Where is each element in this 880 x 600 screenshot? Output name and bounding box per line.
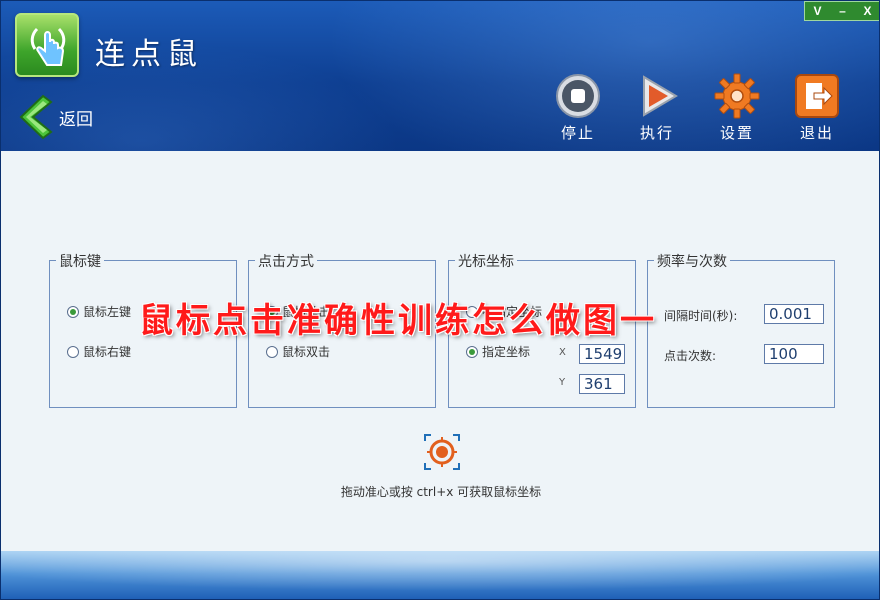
radio-icon — [466, 345, 478, 358]
stop-label: 停止 — [560, 124, 595, 142]
radio-left-button[interactable]: 鼠标左键 — [67, 303, 131, 320]
radio-double-click[interactable]: 鼠标双击 — [266, 343, 330, 360]
radio-label: 指定坐标 — [482, 345, 531, 359]
group-title: 光标坐标 — [455, 251, 517, 271]
stop-button[interactable]: 停止 — [546, 73, 610, 143]
header-bar: 连点鼠 V – X 返回 停止 执行 设置 退出 — [1, 1, 879, 151]
radio-label: 鼠标左键 — [83, 305, 132, 319]
app-title: 连点鼠 — [95, 37, 203, 72]
minimize-button[interactable]: – — [830, 2, 855, 20]
group-title: 点击方式 — [255, 251, 317, 271]
footer-bar — [1, 551, 879, 599]
close-button[interactable]: X — [855, 2, 879, 20]
back-label: 返回 — [59, 109, 93, 130]
exit-label: 退出 — [799, 124, 834, 142]
group-title: 鼠标键 — [56, 251, 104, 271]
radio-icon — [67, 305, 79, 318]
frequency-group: 频率与次数 间隔时间(秒): 0.001 点击次数: 100 — [647, 251, 835, 408]
stop-icon — [556, 74, 600, 118]
overlay-caption: 鼠标点击准确性训练怎么做图一 — [139, 301, 657, 341]
crosshair-hint: 拖动准心或按 ctrl+x 可获取鼠标坐标 — [340, 485, 542, 499]
radio-set-coordinate[interactable]: 指定坐标 — [466, 343, 530, 360]
back-button[interactable]: 返回 — [17, 93, 93, 141]
exit-button[interactable]: 退出 — [785, 73, 849, 143]
app-logo-icon — [15, 13, 79, 77]
settings-label: 设置 — [719, 124, 754, 142]
y-label: Y — [559, 377, 566, 388]
exit-icon — [795, 74, 839, 118]
count-input[interactable]: 100 — [764, 344, 824, 364]
run-button[interactable]: 执行 — [625, 73, 689, 143]
run-label: 执行 — [639, 124, 674, 142]
footer-decoration — [1, 551, 879, 591]
radio-right-button[interactable]: 鼠标右键 — [67, 343, 131, 360]
group-title: 频率与次数 — [654, 251, 730, 271]
settings-button[interactable]: 设置 — [705, 73, 769, 143]
count-label: 点击次数: — [664, 349, 717, 363]
play-icon — [643, 75, 678, 117]
x-coordinate-input[interactable]: 1549 — [579, 344, 625, 364]
radio-label: 鼠标右键 — [83, 345, 132, 359]
radio-icon — [266, 345, 278, 358]
back-arrow-icon — [19, 94, 53, 140]
interval-label: 间隔时间(秒): — [664, 309, 738, 323]
radio-label: 鼠标双击 — [282, 345, 331, 359]
gear-icon — [714, 73, 760, 119]
window-controls: V – X — [804, 1, 879, 21]
main-panel: 鼠标键 鼠标左键 鼠标右键 点击方式 鼠标单击 鼠标双击 光标坐标 不指定坐标 … — [1, 151, 879, 551]
menu-button[interactable]: V — [805, 2, 830, 20]
radio-icon — [67, 345, 79, 358]
app-window: 连点鼠 V – X 返回 停止 执行 设置 退出 鼠标键 鼠标左键 鼠标右键 点… — [0, 0, 880, 600]
crosshair-icon[interactable] — [423, 433, 461, 471]
y-coordinate-input[interactable]: 361 — [579, 374, 625, 394]
interval-input[interactable]: 0.001 — [764, 304, 824, 324]
x-label: X — [559, 347, 566, 358]
